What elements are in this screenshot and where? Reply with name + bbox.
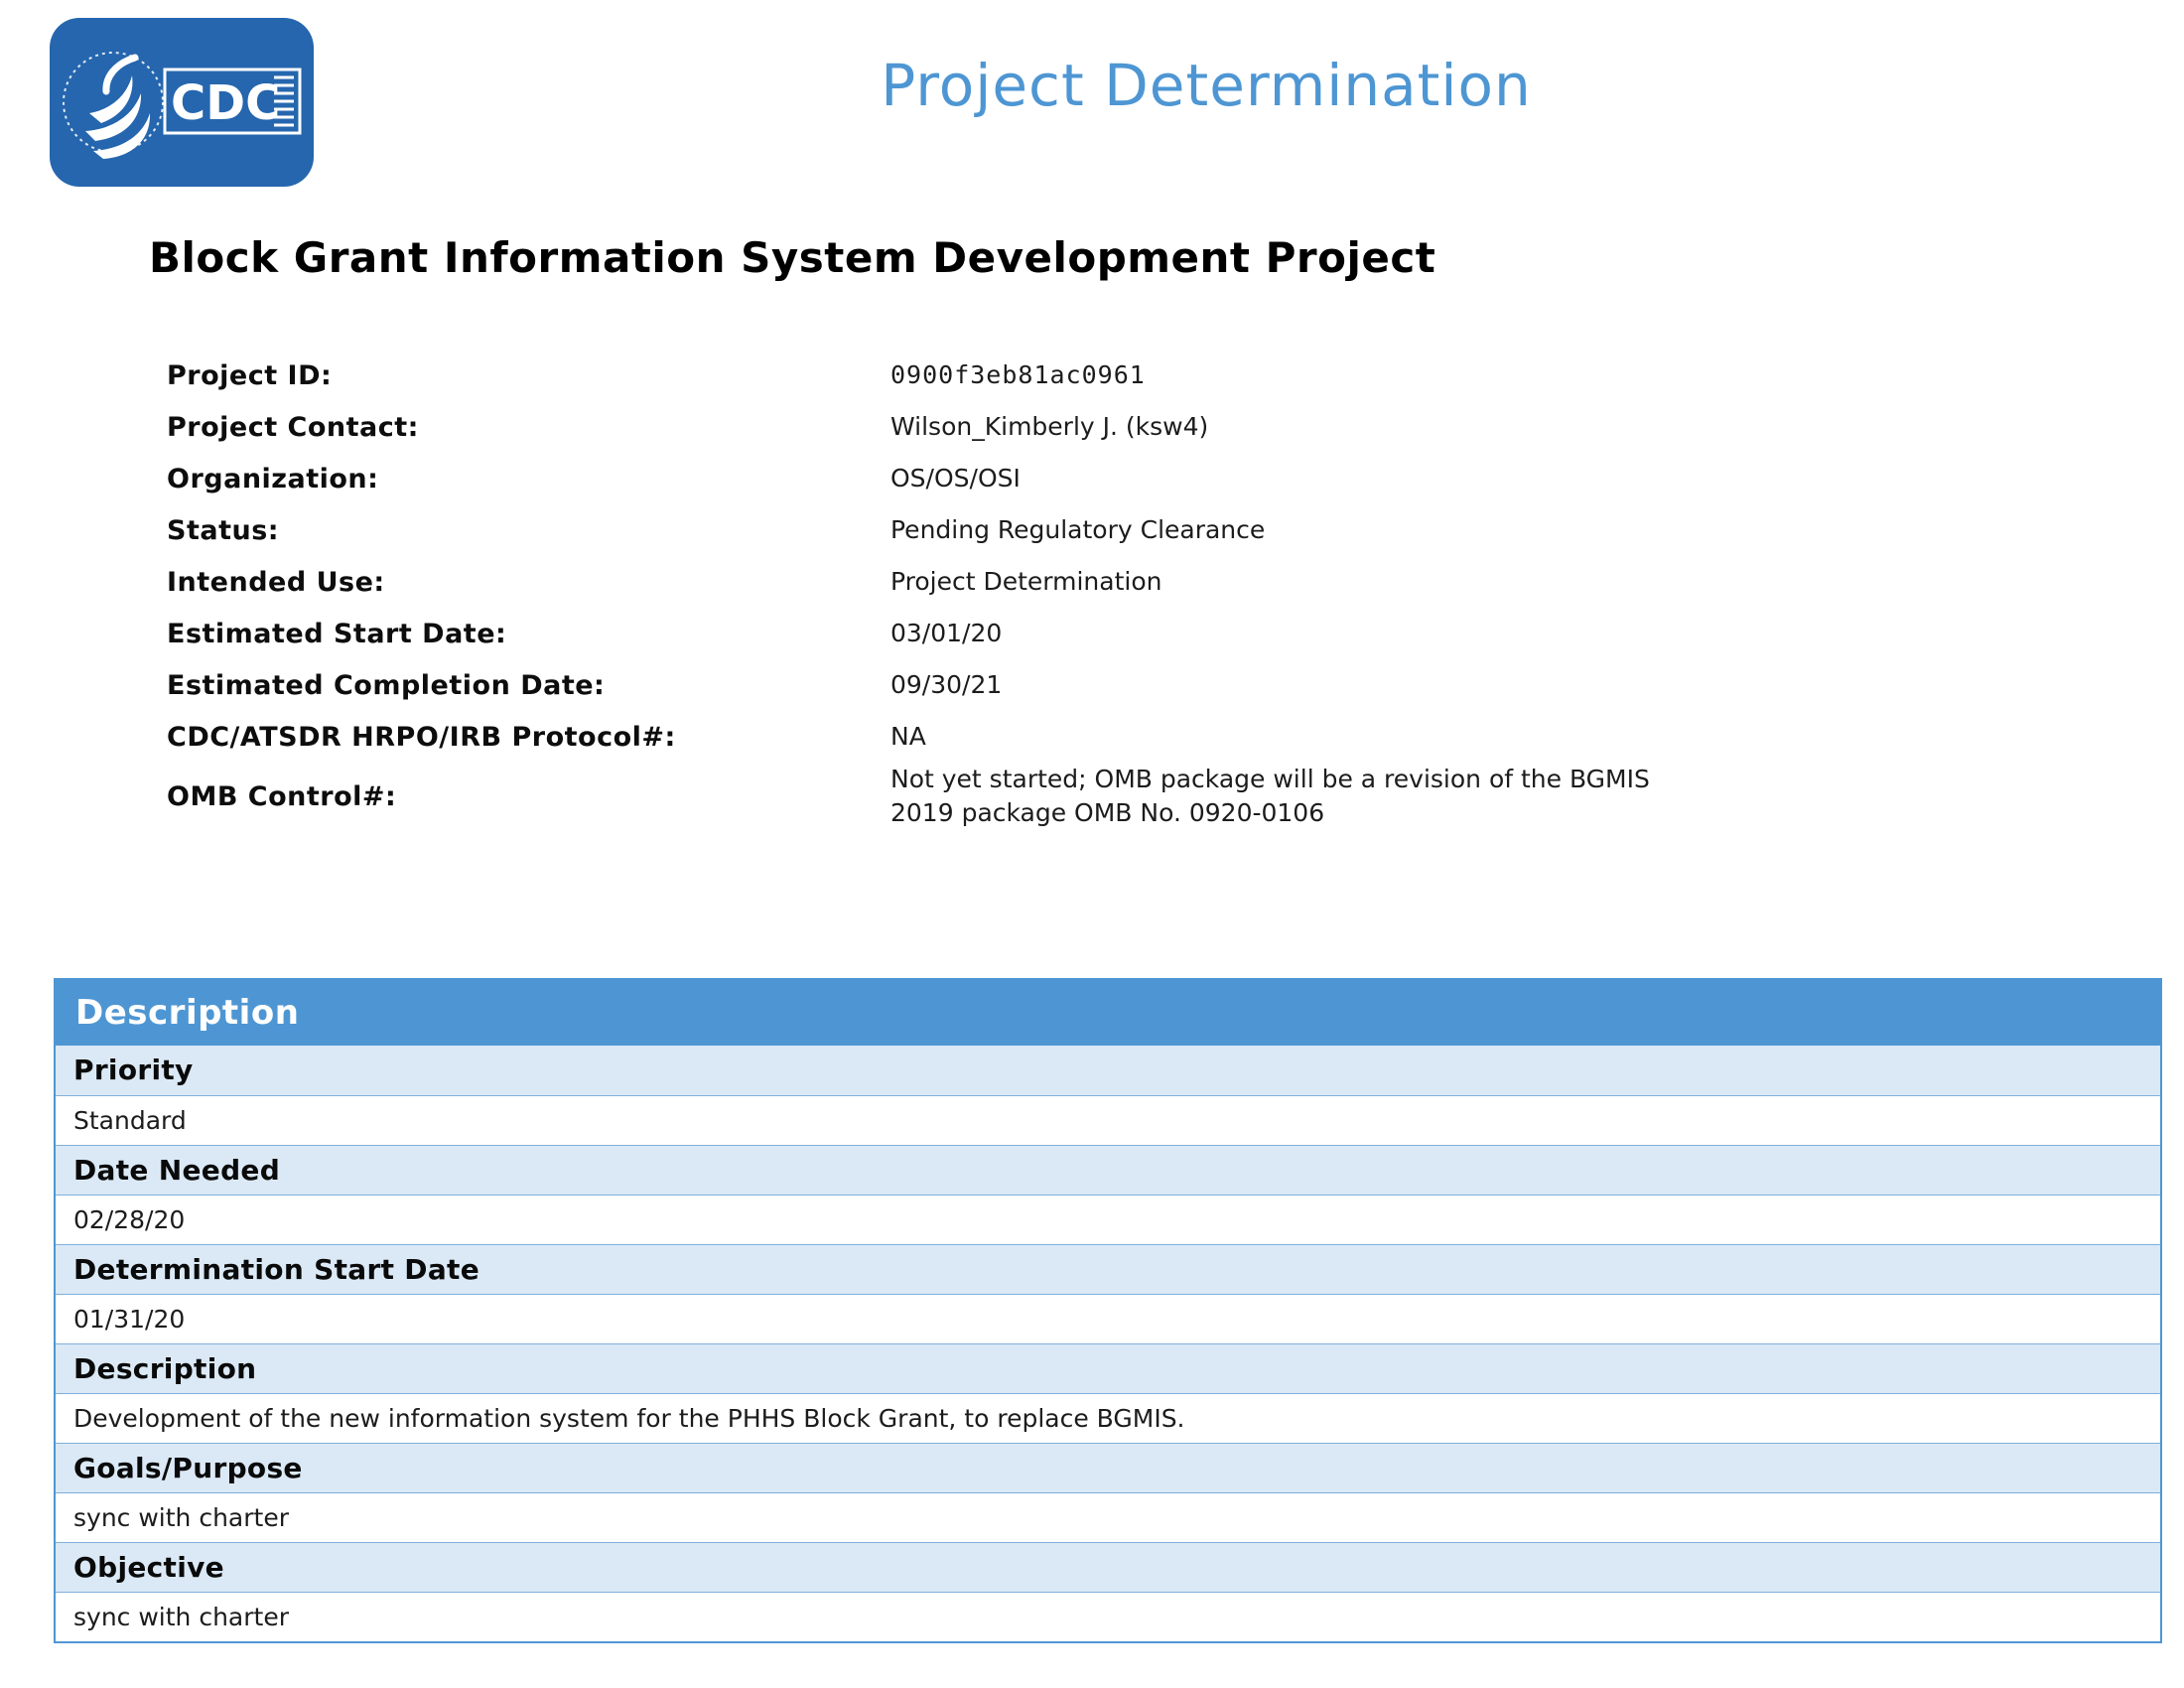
- field-label: Intended Use:: [167, 567, 890, 598]
- field-label: Project Contact:: [167, 412, 890, 443]
- table-row-value: Standard: [56, 1095, 2160, 1145]
- field-value: 0900f3eb81ac0961: [890, 358, 1146, 392]
- field-value: OS/OS/OSI: [890, 462, 1021, 495]
- field-row: OMB Control#: Not yet started; OMB packa…: [167, 763, 2053, 830]
- table-row-label: Date Needed: [56, 1145, 2160, 1195]
- project-heading: Block Grant Information System Developme…: [149, 233, 1435, 282]
- table-row-value: 01/31/20: [56, 1294, 2160, 1343]
- field-label: CDC/ATSDR HRPO/IRB Protocol#:: [167, 722, 890, 753]
- field-value: Project Determination: [890, 565, 1162, 599]
- field-label: Estimated Start Date:: [167, 619, 890, 649]
- field-row: Project Contact: Wilson_Kimberly J. (ksw…: [167, 401, 2053, 453]
- table-row-label: Determination Start Date: [56, 1244, 2160, 1294]
- field-label: Estimated Completion Date:: [167, 670, 890, 701]
- table-row-value: 02/28/20: [56, 1195, 2160, 1244]
- field-value: Pending Regulatory Clearance: [890, 513, 1265, 547]
- table-row-label: Objective: [56, 1542, 2160, 1592]
- field-row: Estimated Start Date: 03/01/20: [167, 608, 2053, 659]
- field-value: Not yet started; OMB package will be a r…: [890, 763, 1685, 830]
- field-value: NA: [890, 720, 926, 754]
- field-label: OMB Control#:: [167, 781, 890, 812]
- field-row: CDC/ATSDR HRPO/IRB Protocol#: NA: [167, 711, 2053, 763]
- table-row-label: Goals/Purpose: [56, 1443, 2160, 1492]
- field-value: 09/30/21: [890, 668, 1002, 702]
- field-row: Intended Use: Project Determination: [167, 556, 2053, 608]
- field-value: Wilson_Kimberly J. (ksw4): [890, 410, 1208, 444]
- table-row-label: Description: [56, 1343, 2160, 1393]
- page-title: Project Determination: [228, 52, 2184, 119]
- table-row-value: sync with charter: [56, 1492, 2160, 1542]
- table-row-label: Priority: [56, 1046, 2160, 1095]
- table-row-value: sync with charter: [56, 1592, 2160, 1641]
- field-label: Status:: [167, 515, 890, 546]
- field-label: Project ID:: [167, 360, 890, 391]
- field-value: 03/01/20: [890, 617, 1002, 650]
- field-row: Project ID: 0900f3eb81ac0961: [167, 350, 2053, 401]
- field-row: Estimated Completion Date: 09/30/21: [167, 659, 2053, 711]
- field-row: Organization: OS/OS/OSI: [167, 453, 2053, 504]
- description-section-header: Description: [56, 980, 2160, 1046]
- project-fields: Project ID: 0900f3eb81ac0961 Project Con…: [167, 350, 2053, 830]
- table-row-value: Development of the new information syste…: [56, 1393, 2160, 1443]
- description-section: Description Priority Standard Date Neede…: [54, 978, 2162, 1643]
- field-row: Status: Pending Regulatory Clearance: [167, 504, 2053, 556]
- field-label: Organization:: [167, 464, 890, 494]
